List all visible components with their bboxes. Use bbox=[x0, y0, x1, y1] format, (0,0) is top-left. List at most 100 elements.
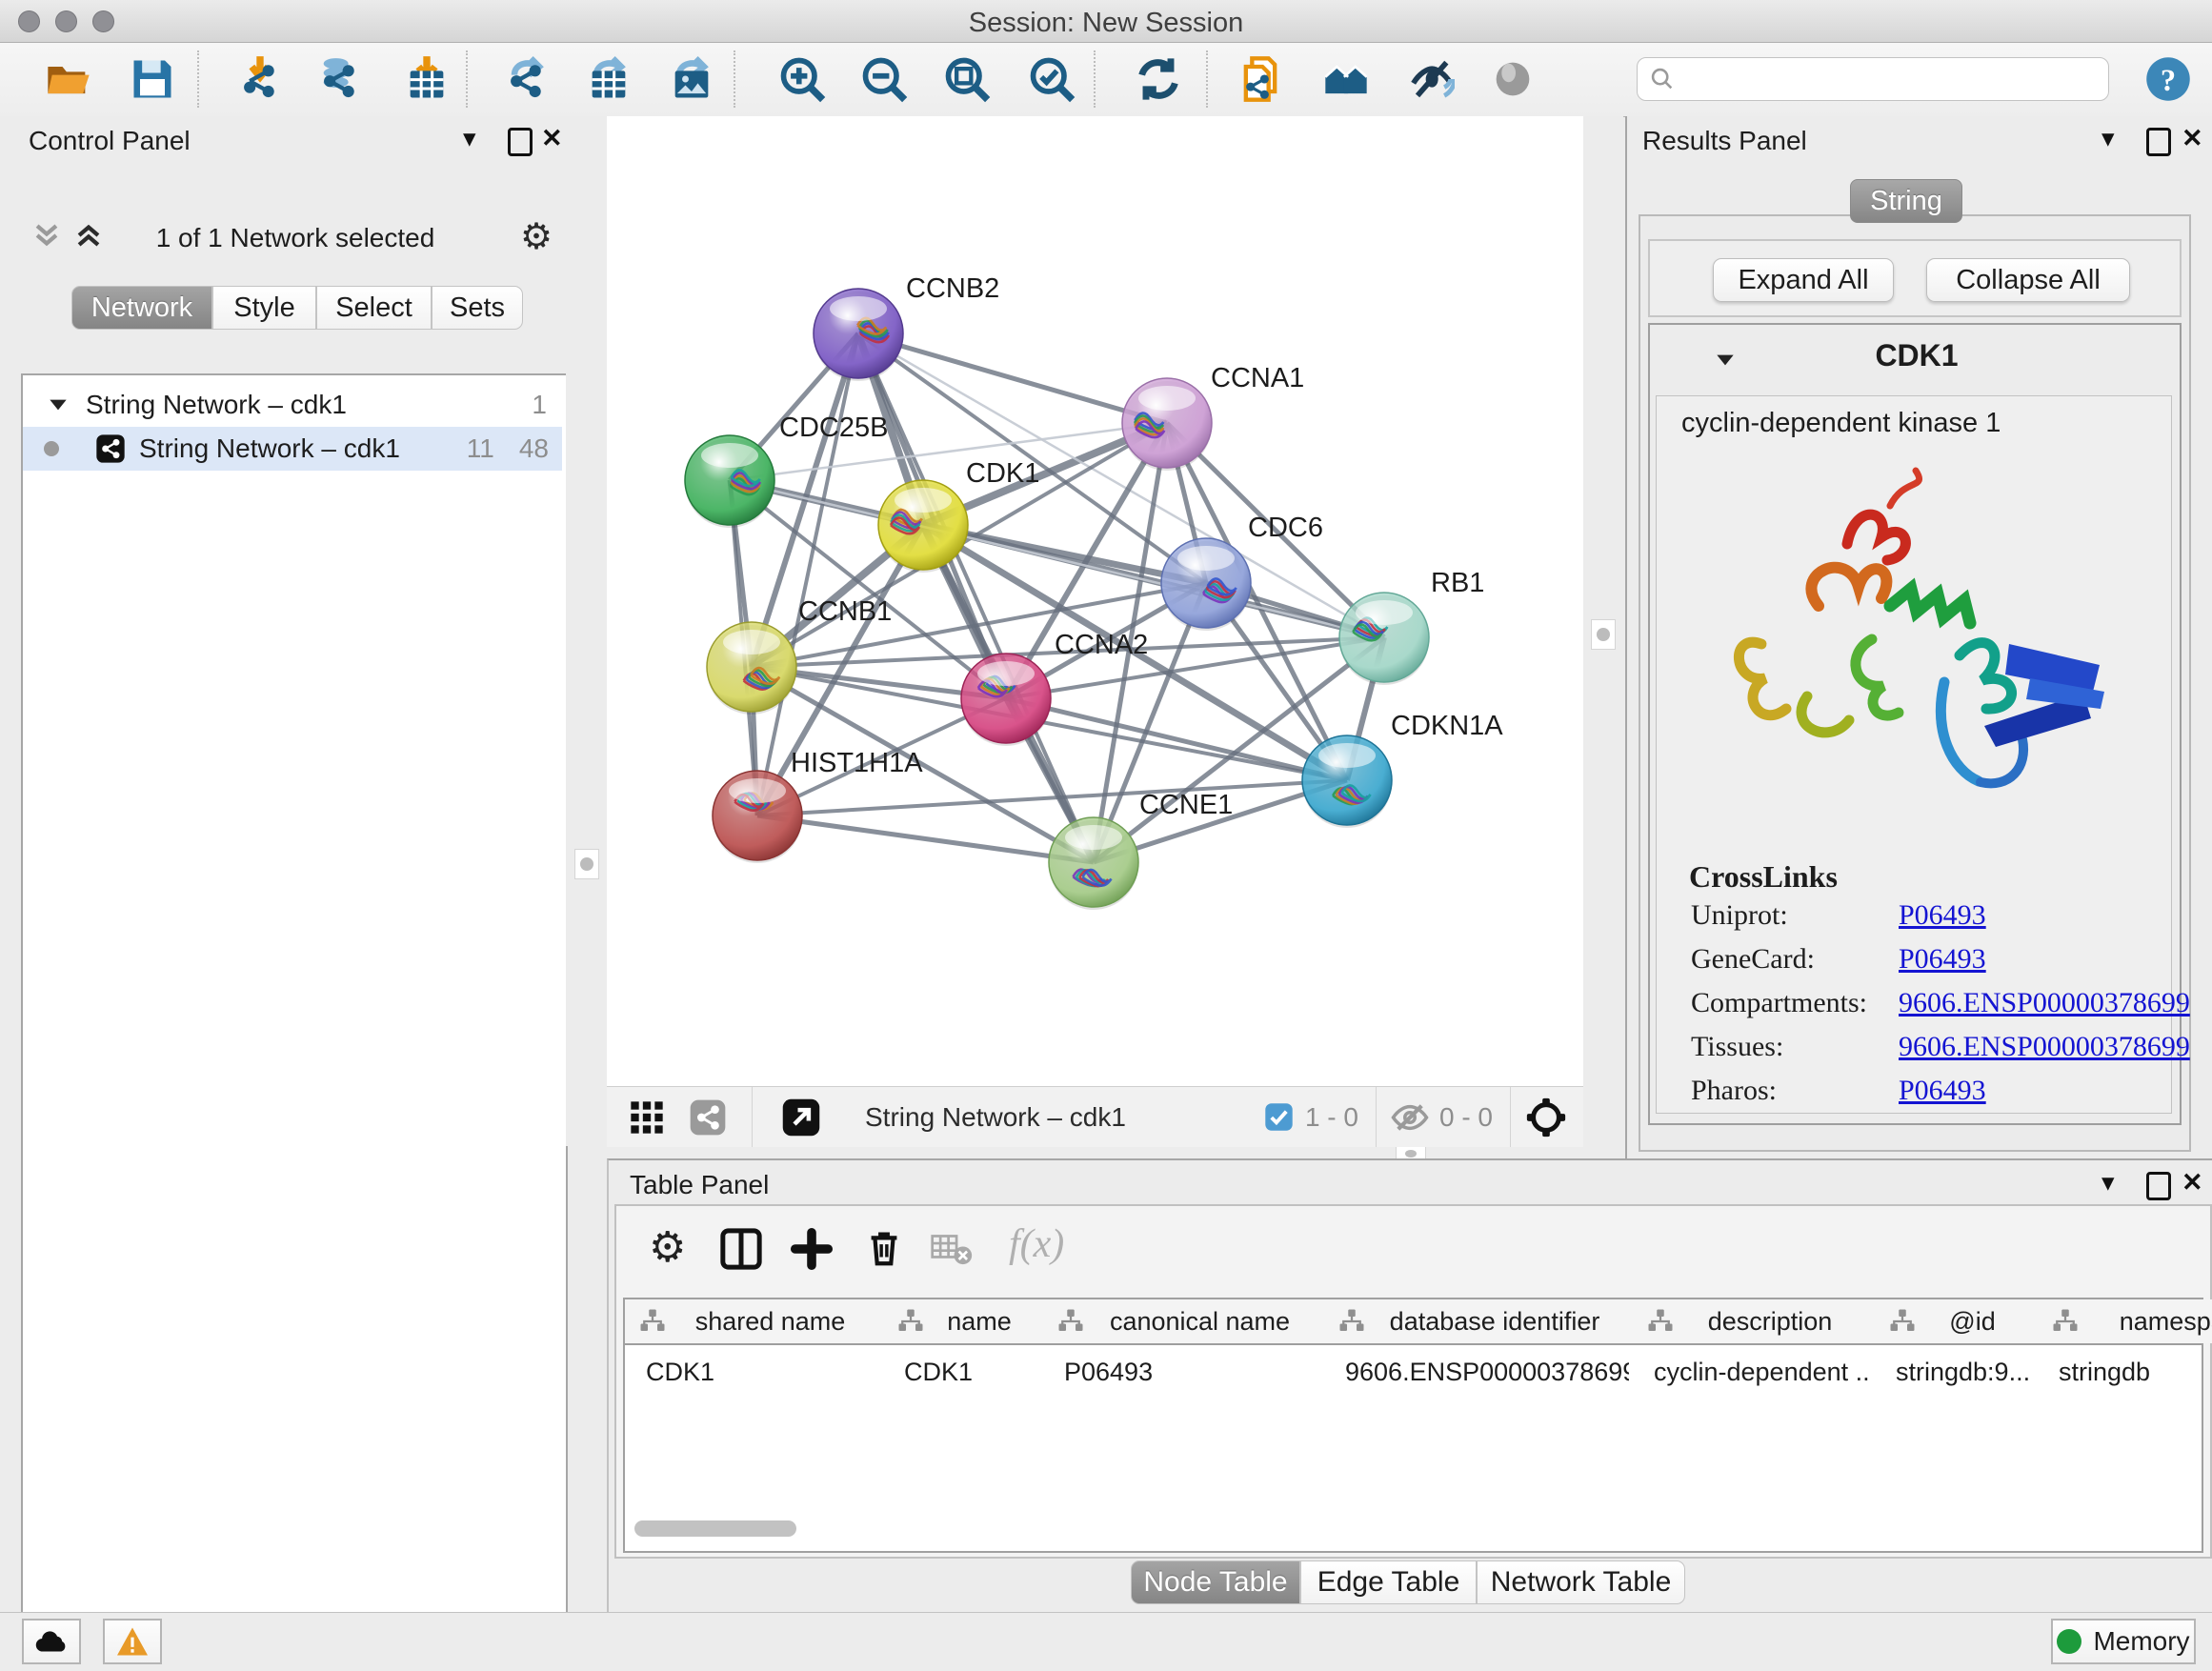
node-CDKN1A[interactable]: CDKN1A bbox=[1302, 711, 1503, 828]
cloud-button[interactable] bbox=[22, 1619, 81, 1664]
search-input[interactable] bbox=[1676, 64, 2080, 95]
warnings-button[interactable] bbox=[103, 1619, 162, 1664]
protein-structure-image bbox=[1695, 453, 2133, 835]
tab-node-table[interactable]: Node Table bbox=[1131, 1560, 1300, 1604]
table-cell[interactable]: 9606.ENSP00000378699 bbox=[1345, 1351, 1629, 1393]
node-CCNA2[interactable]: CCNA2 bbox=[961, 630, 1148, 746]
add-column-icon[interactable] bbox=[790, 1227, 834, 1271]
table-cell[interactable]: CDK1 bbox=[646, 1351, 879, 1393]
edge-CCNB2-CCNA1[interactable] bbox=[858, 333, 1167, 423]
collapse-tree-icon[interactable] bbox=[72, 219, 105, 256]
import-table-button[interactable] bbox=[400, 52, 453, 106]
column-header-databaseidentifier[interactable]: database identifier bbox=[1324, 1299, 1634, 1343]
refresh-button[interactable] bbox=[1132, 52, 1185, 106]
string-network-graph[interactable]: CCNB2 CCNA1 CDC25B CDK1 CDC6 RB1 CCNB1 bbox=[607, 116, 1583, 1086]
tab-string[interactable]: String bbox=[1850, 179, 1962, 223]
column-header-name[interactable]: name bbox=[883, 1299, 1044, 1343]
expand-tree-icon[interactable] bbox=[30, 219, 63, 256]
column-header-description[interactable]: description bbox=[1633, 1299, 1876, 1343]
table-cell[interactable]: stringdb:9... bbox=[1896, 1351, 2034, 1393]
table-cell[interactable]: CDK1 bbox=[904, 1351, 1039, 1393]
results-panel-maximize-icon[interactable] bbox=[2146, 128, 2171, 156]
open-session-button[interactable] bbox=[42, 52, 95, 106]
show-columns-icon[interactable] bbox=[719, 1227, 763, 1271]
hidden-eye-icon[interactable] bbox=[1390, 1097, 1430, 1137]
left-splitter[interactable] bbox=[566, 116, 607, 1146]
node-CCNE1[interactable]: CCNE1 bbox=[1049, 790, 1233, 910]
open-in-new-icon[interactable] bbox=[781, 1097, 821, 1137]
delete-column-trash-icon[interactable] bbox=[862, 1225, 906, 1269]
memory-button[interactable]: Memory bbox=[2051, 1619, 2196, 1664]
table-cell[interactable]: P06493 bbox=[1064, 1351, 1320, 1393]
table-panel-maximize-icon[interactable] bbox=[2146, 1172, 2171, 1200]
function-builder-icon[interactable]: f(x) bbox=[1009, 1221, 1064, 1267]
control-panel-maximize-icon[interactable] bbox=[508, 128, 533, 156]
table-hscrollbar[interactable] bbox=[634, 1520, 796, 1537]
import-network-button[interactable] bbox=[233, 52, 287, 106]
edge-HIST1H1A-CCNE1[interactable] bbox=[757, 815, 1094, 862]
edge-CCNB2-CCNE1[interactable] bbox=[858, 333, 1094, 862]
search-box[interactable] bbox=[1637, 57, 2109, 101]
zoom-selected-button[interactable] bbox=[1025, 52, 1078, 106]
tab-style[interactable]: Style bbox=[212, 286, 316, 330]
protein-collapse-triangle-icon[interactable] bbox=[1713, 348, 1738, 372]
tab-network-table[interactable]: Network Table bbox=[1477, 1560, 1685, 1604]
table-panel-float-icon[interactable]: ▾ bbox=[2101, 1170, 2115, 1196]
collapse-triangle-icon[interactable] bbox=[46, 393, 70, 417]
tab-sets[interactable]: Sets bbox=[432, 286, 523, 330]
column-header-namespace[interactable]: namespace bbox=[2038, 1299, 2212, 1343]
delete-table-icon[interactable] bbox=[931, 1231, 973, 1267]
table-settings-gear-icon[interactable]: ⚙ bbox=[649, 1223, 686, 1272]
toolbar-separator bbox=[197, 50, 199, 108]
node-table[interactable]: shared nameCDK1 nameCDK1 canonical nameP… bbox=[623, 1298, 2203, 1553]
export-image-button[interactable] bbox=[665, 52, 718, 106]
string-import-button[interactable] bbox=[1234, 52, 1287, 106]
birdseye-grid-icon[interactable] bbox=[628, 1098, 666, 1137]
control-panel-close-icon[interactable]: ✕ bbox=[541, 126, 563, 151]
crosslink-value-link[interactable]: P06493 bbox=[1899, 1075, 1986, 1107]
crosslink-value-link[interactable]: 9606.ENSP00000378699 bbox=[1899, 1031, 2190, 1063]
tab-network[interactable]: Network bbox=[71, 286, 212, 330]
fit-content-target-icon[interactable] bbox=[1524, 1096, 1568, 1139]
collapse-all-button[interactable]: Collapse All bbox=[1926, 258, 2130, 302]
help-button[interactable]: ? bbox=[2142, 52, 2195, 106]
node-RB1[interactable]: RB1 bbox=[1339, 568, 1484, 685]
zoom-out-button[interactable] bbox=[857, 52, 911, 106]
zoom-in-button[interactable] bbox=[775, 52, 829, 106]
edge-CCNB2-HIST1H1A[interactable] bbox=[757, 333, 858, 815]
results-panel-close-icon[interactable]: ✕ bbox=[2182, 126, 2203, 151]
import-network-database-button[interactable] bbox=[313, 52, 367, 106]
hide-panels-button[interactable] bbox=[1403, 52, 1457, 106]
tab-edge-table[interactable]: Edge Table bbox=[1300, 1560, 1477, 1604]
crosslink-value-link[interactable]: P06493 bbox=[1899, 943, 1986, 976]
network-collection-row[interactable]: String Network – cdk1 1 bbox=[23, 383, 562, 427]
table-cell[interactable]: stringdb bbox=[2059, 1351, 2212, 1393]
node-label-CCNE1: CCNE1 bbox=[1139, 790, 1233, 820]
right-splitter[interactable] bbox=[1583, 116, 1623, 1158]
network-row[interactable]: String Network – cdk1 11 48 bbox=[23, 427, 562, 471]
column-header-sharedname[interactable]: shared name bbox=[625, 1299, 884, 1343]
control-panel-float-icon[interactable]: ▾ bbox=[463, 126, 476, 151]
export-table-button[interactable] bbox=[582, 52, 635, 106]
expand-all-button[interactable]: Expand All bbox=[1713, 258, 1894, 302]
column-header-id[interactable]: @id bbox=[1875, 1299, 2039, 1343]
home-pages-button[interactable] bbox=[1319, 52, 1373, 106]
table-cell[interactable]: cyclin-dependent ... bbox=[1654, 1351, 1871, 1393]
network-canvas[interactable]: CCNB2 CCNA1 CDC25B CDK1 CDC6 RB1 CCNB1 bbox=[607, 116, 1583, 1086]
bottom-splitter[interactable] bbox=[607, 1146, 1583, 1158]
crosslink-value-link[interactable]: P06493 bbox=[1899, 899, 1986, 932]
network-options-gear-icon[interactable]: ⚙ bbox=[520, 215, 553, 258]
export-network-button[interactable] bbox=[500, 52, 553, 106]
tab-select[interactable]: Select bbox=[316, 286, 432, 330]
node-CCNA1[interactable]: CCNA1 bbox=[1122, 363, 1304, 471]
column-header-canonicalname[interactable]: canonical name bbox=[1043, 1299, 1325, 1343]
save-session-button[interactable] bbox=[126, 52, 179, 106]
selected-checkbox-icon[interactable] bbox=[1264, 1102, 1294, 1132]
network-share-icon[interactable] bbox=[689, 1098, 727, 1137]
results-panel-float-icon[interactable]: ▾ bbox=[2101, 126, 2115, 151]
node-HIST1H1A[interactable]: HIST1H1A bbox=[713, 748, 923, 863]
zoom-fit-button[interactable] bbox=[940, 52, 994, 106]
show-eye-button[interactable] bbox=[1486, 52, 1539, 106]
crosslink-value-link[interactable]: 9606.ENSP00000378699 bbox=[1899, 987, 2190, 1019]
table-panel-close-icon[interactable]: ✕ bbox=[2182, 1170, 2203, 1196]
